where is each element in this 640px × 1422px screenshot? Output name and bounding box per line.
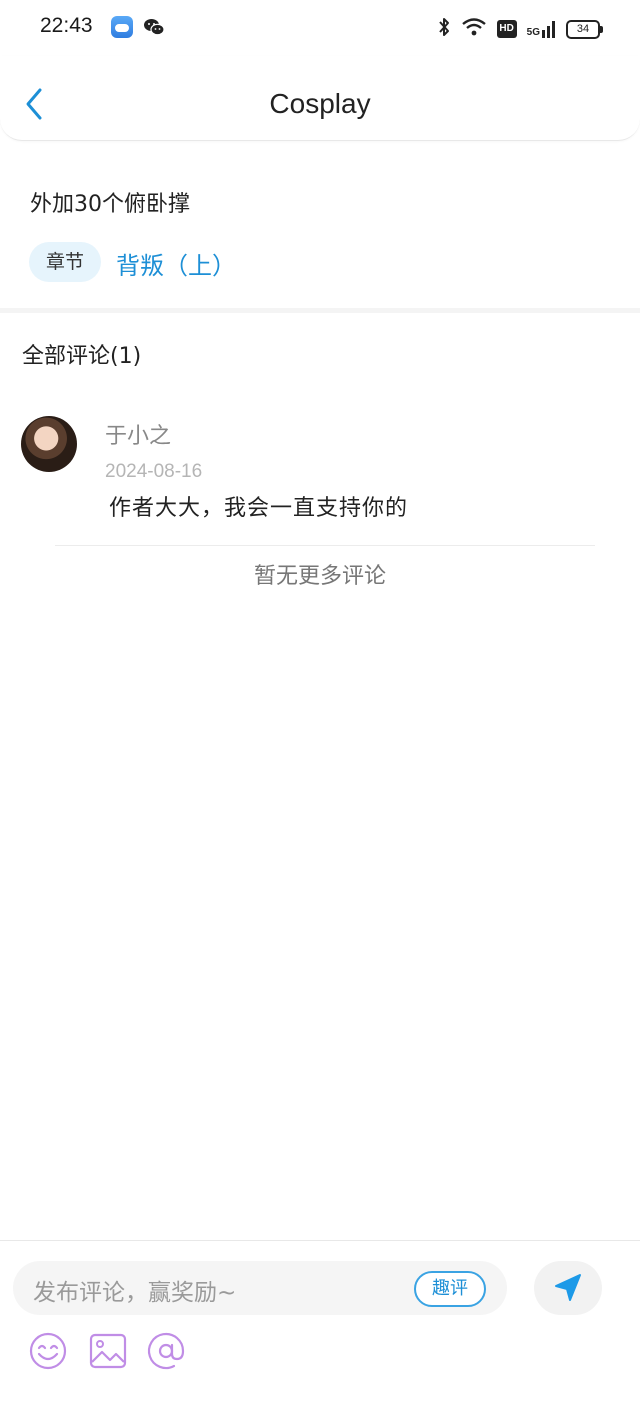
signal-type: 5G	[526, 27, 540, 38]
status-time: 22:43	[40, 14, 93, 37]
comment-username[interactable]: 于小之	[105, 418, 171, 450]
status-indicators: HD 5G 34	[437, 14, 603, 44]
wifi-icon	[461, 17, 487, 41]
cellular-signal-icon: 5G	[527, 20, 556, 38]
emoji-icon[interactable]	[28, 1331, 68, 1371]
navigation-header: Cosplay	[0, 56, 640, 141]
comment-composer: 发布评论，赢奖励~ 趣评	[0, 1240, 640, 1422]
mention-icon[interactable]	[146, 1331, 186, 1371]
wechat-icon	[143, 16, 165, 38]
comment-input-placeholder: 发布评论，赢奖励~	[33, 1280, 237, 1306]
image-icon[interactable]	[88, 1331, 128, 1371]
section-divider	[0, 308, 640, 313]
chapter-tag: 章节	[29, 242, 101, 282]
weather-icon	[111, 16, 133, 38]
comment-page: 22:43 HD 5G 34 Cosplay 外加30个俯卧撑 章节 背叛（上）…	[0, 0, 640, 1422]
send-button[interactable]	[534, 1261, 602, 1315]
hd-badge: HD	[496, 20, 517, 38]
comment-input[interactable]: 发布评论，赢奖励~ 趣评	[13, 1261, 507, 1315]
comment-text[interactable]: 作者大大，我会一直支持你的	[109, 490, 408, 522]
comment-divider	[55, 545, 595, 546]
bluetooth-icon	[437, 17, 451, 41]
comment-date: 2024-08-16	[105, 461, 203, 482]
send-icon	[555, 1274, 581, 1301]
fun-comment-button[interactable]: 趣评	[414, 1271, 486, 1307]
chapter-link[interactable]: 背叛（上）	[116, 246, 236, 281]
avatar[interactable]	[21, 416, 77, 472]
no-more-comments: 暂无更多评论	[253, 564, 386, 589]
battery-indicator: 34	[566, 19, 603, 39]
comments-header: 全部评论(1)	[22, 344, 142, 369]
chapter-title: 外加30个俯卧撑	[30, 192, 190, 217]
page-title: Cosplay	[269, 88, 371, 119]
status-bar: 22:43 HD 5G 34	[0, 0, 640, 56]
